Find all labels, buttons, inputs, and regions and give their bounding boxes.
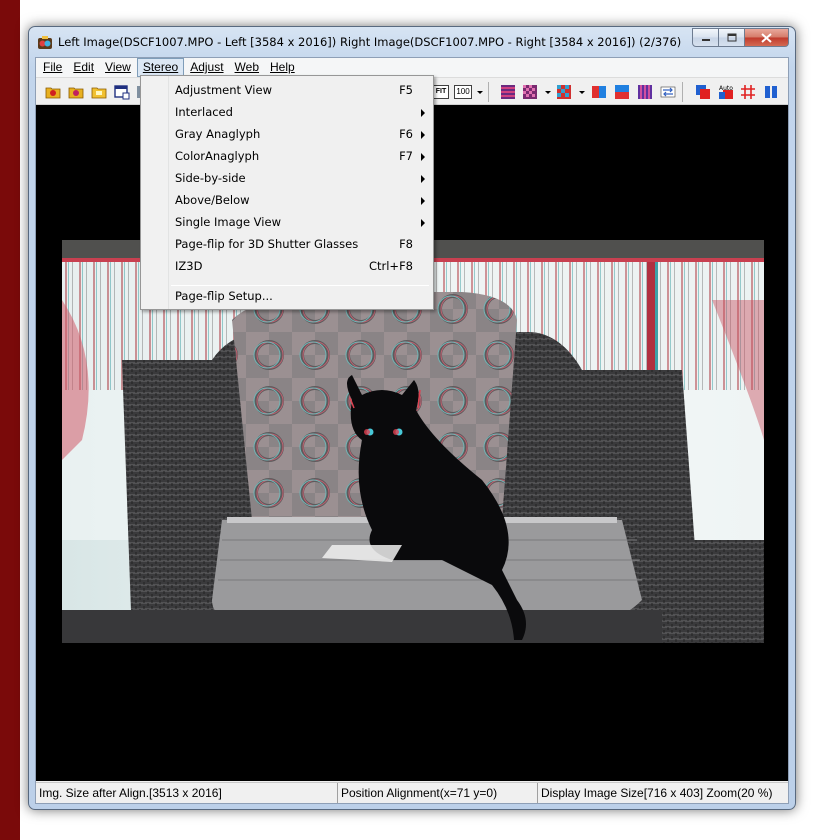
menu-item-above-below[interactable]: Above/Below: [143, 189, 431, 211]
status-display-size: Display Image Size[716 x 403] Zoom(20 %): [541, 786, 773, 800]
grid-icon[interactable]: [740, 84, 756, 100]
window-icon[interactable]: [114, 84, 130, 100]
menu-item-label: Page-flip for 3D Shutter Glasses: [175, 237, 359, 251]
split-view-icon[interactable]: [763, 84, 779, 100]
chevron-down-icon[interactable]: [578, 84, 586, 100]
menu-item-interlaced[interactable]: Interlaced: [143, 101, 431, 123]
menu-item-shortcut: F6: [399, 127, 413, 141]
column-interlace-icon[interactable]: [637, 84, 653, 100]
menu-adjust-label: Adjust: [190, 60, 224, 74]
fit-button[interactable]: FIT: [433, 85, 449, 99]
menu-item-shortcut: F7: [399, 149, 413, 163]
zoom-100-label: 100: [456, 87, 470, 96]
menu-item-adjustment-view[interactable]: Adjustment View F5: [143, 79, 431, 101]
left-decorative-strip: [0, 0, 20, 840]
submenu-arrow-icon: [421, 109, 425, 117]
menu-item-shortcut: Ctrl+F8: [368, 259, 413, 273]
menu-view-label: View: [105, 60, 131, 74]
close-button[interactable]: [745, 28, 789, 47]
submenu-arrow-icon: [421, 153, 425, 161]
menu-item-label: IZ3D: [175, 259, 203, 273]
interlaced-icon[interactable]: [500, 84, 516, 100]
status-bar: Img. Size after Align.[3513 x 2016] Posi…: [36, 782, 788, 803]
auto-align-icon[interactable]: Auto: [718, 84, 734, 100]
menu-view[interactable]: View: [100, 58, 136, 77]
menu-item-gray-anaglyph[interactable]: Gray Anaglyph F6: [143, 123, 431, 145]
menu-item-label: Adjustment View: [175, 83, 272, 97]
svg-text:Auto: Auto: [719, 85, 733, 92]
chevron-down-icon[interactable]: [544, 84, 552, 100]
menu-item-page-flip-setup[interactable]: Page-flip Setup...: [143, 285, 431, 307]
minimize-button[interactable]: [692, 28, 719, 47]
toolbar-separator: [488, 82, 489, 102]
maximize-button[interactable]: [719, 28, 745, 47]
menu-item-iz3d[interactable]: IZ3D Ctrl+F8: [143, 255, 431, 277]
above-below-icon[interactable]: [614, 84, 630, 100]
menu-item-single-image-view[interactable]: Single Image View: [143, 211, 431, 233]
menu-item-color-anaglyph[interactable]: ColorAnaglyph F7: [143, 145, 431, 167]
menu-item-shortcut: F8: [399, 237, 413, 251]
toolbar-separator: [682, 82, 683, 102]
menu-item-label: Above/Below: [175, 193, 250, 207]
menu-edit[interactable]: Edit: [68, 58, 99, 77]
side-by-side-icon[interactable]: [591, 84, 607, 100]
submenu-arrow-icon: [421, 197, 425, 205]
menu-file-label: File: [43, 60, 63, 74]
open-stereo-icon[interactable]: [91, 84, 107, 100]
menu-item-label: Side-by-side: [175, 171, 246, 185]
menu-item-label: Page-flip Setup...: [175, 289, 273, 303]
color-checker-icon[interactable]: [556, 84, 572, 100]
menu-file[interactable]: File: [38, 58, 67, 77]
submenu-arrow-icon: [421, 219, 425, 227]
menu-web-label: Web: [234, 60, 260, 74]
menu-help-label: Help: [270, 60, 295, 74]
window-title: Left Image(DSCF1007.MPO - Left [3584 x 2…: [58, 35, 682, 49]
menu-stereo-label: Stereo: [142, 60, 179, 74]
app-icon: [38, 36, 52, 49]
submenu-arrow-icon: [421, 131, 425, 139]
fit-label: FIT: [435, 88, 447, 95]
menu-item-page-flip[interactable]: Page-flip for 3D Shutter Glasses F8: [143, 233, 431, 255]
close-icon: [761, 32, 772, 43]
menu-item-shortcut: F5: [399, 83, 413, 97]
menu-edit-label: Edit: [73, 60, 95, 74]
open-left-image-icon[interactable]: [45, 84, 61, 100]
menu-item-side-by-side[interactable]: Side-by-side: [143, 167, 431, 189]
overlap-icon[interactable]: [695, 84, 711, 100]
menu-item-label: ColorAnaglyph: [175, 149, 260, 163]
stereo-menu-dropdown: Adjustment View F5 Interlaced Gray Anagl…: [140, 75, 434, 310]
minimize-icon: [701, 38, 710, 41]
status-position: Position Alignment(x=71 y=0): [338, 783, 538, 803]
menu-item-label: Single Image View: [175, 215, 281, 229]
submenu-arrow-icon: [421, 175, 425, 183]
chevron-down-icon[interactable]: [476, 84, 484, 100]
checkerboard-icon[interactable]: [522, 84, 538, 100]
swap-lr-icon[interactable]: [660, 84, 676, 100]
open-right-image-icon[interactable]: [68, 84, 84, 100]
maximize-icon: [727, 33, 736, 42]
status-img-size: Img. Size after Align.[3513 x 2016]: [36, 783, 338, 803]
menu-item-label: Interlaced: [175, 105, 233, 119]
title-bar[interactable]: Left Image(DSCF1007.MPO - Left [3584 x 2…: [29, 27, 795, 57]
zoom-100-button[interactable]: 100: [454, 85, 472, 99]
menu-item-label: Gray Anaglyph: [175, 127, 261, 141]
